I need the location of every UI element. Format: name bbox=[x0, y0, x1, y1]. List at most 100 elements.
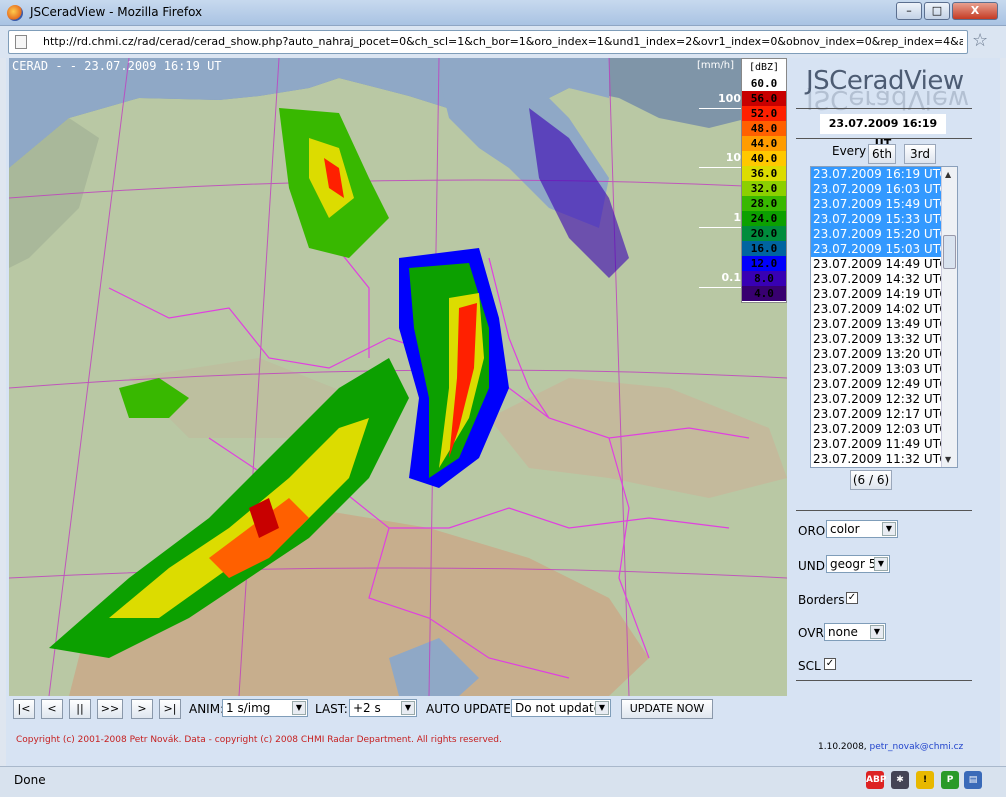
legend-row: 56.0 bbox=[742, 91, 786, 106]
time-list-item[interactable]: 23.07.2009 14:19 UTC bbox=[811, 287, 957, 302]
anim-speed-select[interactable]: 1 s/img ▼ bbox=[222, 699, 308, 717]
und-select[interactable]: geogr 5 ▼ bbox=[826, 555, 890, 573]
warning-icon[interactable]: ! bbox=[916, 771, 934, 789]
pause-button[interactable]: || bbox=[69, 699, 91, 719]
time-list-item[interactable]: 23.07.2009 13:03 UTC bbox=[811, 362, 957, 377]
time-list-item[interactable]: 23.07.2009 13:20 UTC bbox=[811, 347, 957, 362]
legend-row: 40.0 bbox=[742, 151, 786, 166]
time-list-item[interactable]: 23.07.2009 15:20 UTC bbox=[811, 227, 957, 242]
borders-label: Borders bbox=[798, 593, 845, 607]
first-frame-button[interactable]: |< bbox=[13, 699, 35, 719]
list-scrollbar[interactable]: ▲ ▼ bbox=[941, 167, 957, 467]
divider bbox=[796, 138, 972, 139]
address-bar[interactable]: http://rd.chmi.cz/rad/cerad/cerad_show.p… bbox=[8, 30, 968, 54]
last-frame-button[interactable]: >| bbox=[159, 699, 181, 719]
status-text: Done bbox=[14, 773, 46, 787]
legend-row: 20.0 bbox=[742, 226, 786, 241]
time-list-item[interactable]: 23.07.2009 13:49 UTC bbox=[811, 317, 957, 332]
every-3rd-button[interactable]: 3rd bbox=[904, 144, 936, 164]
version-info: 1.10.2008, petr_novak@chmi.cz bbox=[818, 742, 963, 752]
play-button[interactable]: >> bbox=[97, 699, 123, 719]
ovr-label: OVR bbox=[798, 626, 824, 640]
next-frame-button[interactable]: > bbox=[131, 699, 153, 719]
window-title: JSCeradView - Mozilla Firefox bbox=[30, 5, 203, 19]
scl-label: SCL bbox=[798, 659, 821, 673]
update-now-button[interactable]: UPDATE NOW bbox=[621, 699, 713, 719]
legend-rows: 60.0 56.0 52.0 48.0 44.0 40.0 36.0 32.0 28.0 24.0… bbox=[742, 76, 786, 301]
maximize-button[interactable]: □ bbox=[924, 2, 950, 20]
mmh-tick-1: 1 bbox=[733, 211, 741, 224]
units-label: [mm/h] bbox=[697, 60, 734, 71]
legend-row: 4.0 bbox=[742, 286, 786, 301]
legend-row: 44.0 bbox=[742, 136, 786, 151]
chevron-down-icon: ▼ bbox=[870, 625, 884, 639]
time-list-item[interactable]: 23.07.2009 16:19 UTC bbox=[811, 167, 957, 182]
time-list-item[interactable]: 23.07.2009 14:32 UTC bbox=[811, 272, 957, 287]
image-time-list[interactable]: 23.07.2009 16:19 UTC 23.07.2009 16:03 UTC… bbox=[810, 166, 958, 468]
legend-row: 16.0 bbox=[742, 241, 786, 256]
mmh-tick-line bbox=[699, 167, 747, 168]
legend-row: 52.0 bbox=[742, 106, 786, 121]
adblock-icon[interactable]: ABP bbox=[866, 771, 886, 789]
borders-checkbox[interactable]: ✓ bbox=[846, 592, 858, 604]
time-list-item[interactable]: 23.07.2009 15:33 UTC bbox=[811, 212, 957, 227]
oro-select[interactable]: color ▼ bbox=[826, 520, 898, 538]
ovr-select[interactable]: none ▼ bbox=[824, 623, 886, 641]
author-email-link[interactable]: petr_novak@chmi.cz bbox=[870, 742, 964, 752]
control-panel: JSCeradView JSCeradView 23.07.2009 16:19… bbox=[792, 58, 1000, 766]
plugin-icon[interactable]: P bbox=[941, 771, 959, 789]
divider bbox=[796, 108, 972, 109]
anim-speed-value: 1 s/img bbox=[226, 701, 271, 715]
prev-frame-button[interactable]: < bbox=[41, 699, 63, 719]
status-bar: Done ABP ✱ ! P ▤ bbox=[0, 766, 1006, 797]
mmh-tick-100: 100 bbox=[718, 92, 741, 105]
mmh-tick-0-1: 0.1 bbox=[721, 271, 742, 284]
scroll-thumb[interactable] bbox=[943, 235, 956, 269]
time-list-item[interactable]: 23.07.2009 12:49 UTC bbox=[811, 377, 957, 392]
mmh-tick-line bbox=[699, 108, 747, 109]
time-list-item[interactable]: 23.07.2009 11:49 UTC bbox=[811, 437, 957, 452]
firefox-icon bbox=[7, 5, 23, 21]
app-logo-reflection: JSCeradView bbox=[806, 88, 970, 114]
legend-row: 28.0 bbox=[742, 196, 786, 211]
time-list-item[interactable]: 23.07.2009 16:03 UTC bbox=[811, 182, 957, 197]
page-icon bbox=[15, 35, 27, 49]
time-list-item[interactable]: 23.07.2009 15:49 UTC bbox=[811, 197, 957, 212]
minimize-button[interactable]: – bbox=[896, 2, 922, 20]
firebug-icon[interactable]: ✱ bbox=[891, 771, 909, 789]
legend-row: 8.0 bbox=[742, 271, 786, 286]
chevron-down-icon: ▼ bbox=[292, 701, 306, 715]
scroll-up-icon[interactable]: ▲ bbox=[945, 170, 951, 179]
map-image bbox=[9, 58, 787, 696]
copyright-notice: Copyright (c) 2001-2008 Petr Novák. Data… bbox=[16, 735, 502, 745]
time-list-item[interactable]: 23.07.2009 12:03 UTC bbox=[811, 422, 957, 437]
page-content: CERAD - - 23.07.2009 16:19 UT [mm/h] 100… bbox=[6, 58, 1000, 766]
chevron-down-icon: ▼ bbox=[401, 701, 415, 715]
time-list-item[interactable]: 23.07.2009 15:03 UTC bbox=[811, 242, 957, 257]
ovr-select-value: none bbox=[828, 625, 858, 639]
legend-row: 60.0 bbox=[742, 76, 786, 91]
scl-checkbox[interactable]: ✓ bbox=[824, 658, 836, 670]
und-label: UND bbox=[798, 559, 825, 573]
time-list-item[interactable]: 23.07.2009 12:32 UTC bbox=[811, 392, 957, 407]
every-6th-button[interactable]: 6th bbox=[868, 144, 896, 164]
animation-controls: |< < || >> > >| ANIM: 1 s/img ▼ LAST: +2… bbox=[9, 698, 789, 722]
auto-update-select[interactable]: Do not update ▼ bbox=[511, 699, 611, 717]
time-list-item[interactable]: 23.07.2009 12:17 UTC bbox=[811, 407, 957, 422]
time-list-item[interactable]: 23.07.2009 14:49 UTC bbox=[811, 257, 957, 272]
bookmark-star-icon[interactable]: ☆ bbox=[972, 30, 988, 51]
time-items: 23.07.2009 16:19 UTC 23.07.2009 16:03 UTC… bbox=[811, 167, 957, 467]
time-list-item[interactable]: 23.07.2009 11:32 UTC bbox=[811, 452, 957, 467]
every-label: Every bbox=[832, 144, 867, 158]
und-select-value: geogr 5 bbox=[830, 557, 877, 571]
close-button[interactable]: X bbox=[952, 2, 998, 20]
oro-label: ORO bbox=[798, 524, 826, 538]
network-icon[interactable]: ▤ bbox=[964, 771, 982, 789]
chevron-down-icon: ▼ bbox=[595, 701, 609, 715]
time-list-item[interactable]: 23.07.2009 13:32 UTC bbox=[811, 332, 957, 347]
last-delay-select[interactable]: +2 s ▼ bbox=[349, 699, 417, 717]
time-list-item[interactable]: 23.07.2009 14:02 UTC bbox=[811, 302, 957, 317]
auto-update-value: Do not update bbox=[515, 701, 602, 715]
scroll-down-icon[interactable]: ▼ bbox=[945, 455, 951, 464]
page-indicator-button[interactable]: (6 / 6) bbox=[850, 470, 892, 490]
